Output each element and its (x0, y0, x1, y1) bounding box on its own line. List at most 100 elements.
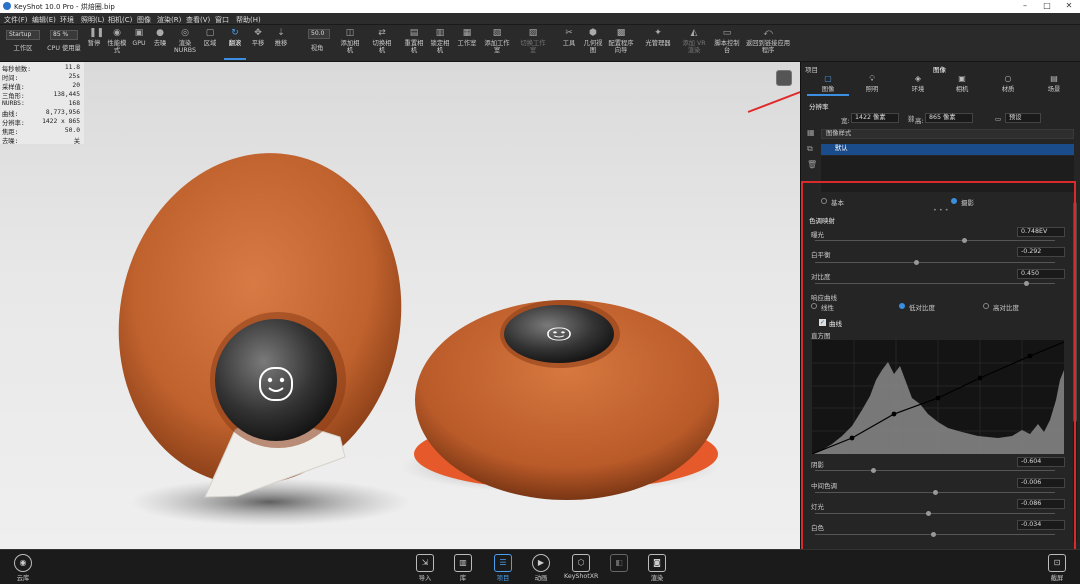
region-button[interactable]: ▢ 区域 (200, 27, 220, 60)
add-camera-button[interactable]: ◫ 添加相机 (338, 27, 362, 60)
curve-checkbox[interactable]: ✓ (819, 319, 826, 326)
midtones-slider[interactable] (815, 490, 1055, 495)
exposure-knob[interactable] (961, 238, 967, 243)
animation-button[interactable]: ▶ 动画 (526, 554, 556, 582)
height-field[interactable]: 865 像素 (925, 113, 973, 123)
midtones-field[interactable]: -0.006 (1017, 478, 1065, 488)
contrast-slider[interactable] (815, 281, 1055, 286)
keyshotxr-button[interactable]: ⬡ KeyShotXR (564, 554, 598, 580)
studio-button[interactable]: ▦ 工作室 (456, 27, 478, 60)
vr-button[interactable]: ◧ (604, 554, 634, 573)
render-nurbs-button[interactable]: ◎ 渲染 NURBS (172, 27, 198, 60)
vr-icon: ◭ (690, 28, 698, 38)
switch-studio-button[interactable]: ▨ 切换工作室 (518, 27, 548, 60)
menu-view[interactable]: 查看(V) (186, 15, 210, 25)
project-panel: 项目 图像 ▢ 图像 💡︎ 照明 ◈ 环境 ▣ 相机 ○ 材质 ▤ 场景 分辨率 宽: 14… (800, 62, 1080, 549)
shadows-slider[interactable] (815, 468, 1055, 473)
contrast-knob[interactable] (1024, 281, 1030, 286)
tab-image[interactable]: ▢ 图像 (807, 74, 849, 96)
response-high-contrast-radio[interactable] (983, 303, 989, 309)
dolly-button[interactable]: ⇣ 推移 (270, 27, 292, 60)
new-style-icon[interactable]: ▦ (807, 128, 817, 138)
focal-field[interactable]: 50.0 (308, 29, 330, 39)
cloud-library-button[interactable]: ◉ 云库 (8, 554, 38, 582)
delete-style-icon[interactable]: 🗑︎ (807, 160, 817, 170)
menu-window[interactable]: 窗口 (215, 15, 229, 25)
lock-camera-button[interactable]: ▥ 锁定相机 (428, 27, 452, 60)
pause-button[interactable]: ❚❚ 暂停 (84, 27, 104, 60)
highlights-knob[interactable] (925, 511, 931, 516)
close-icon[interactable]: ✕ (1062, 1, 1076, 12)
minimize-icon[interactable]: – (1018, 1, 1032, 12)
switch-camera-button[interactable]: ⇄ 切换相机 (370, 27, 394, 60)
maximize-icon[interactable]: □ (1040, 1, 1054, 12)
render-button[interactable]: ◙ 渲染 (642, 554, 672, 582)
menu-edit[interactable]: 编辑(E) (32, 15, 56, 25)
histogram-curve-chart[interactable] (812, 340, 1064, 454)
workspace-select[interactable]: Startup (6, 30, 40, 40)
exposure-slider[interactable] (815, 238, 1055, 243)
import-button[interactable]: ⇲ 导入 (410, 554, 440, 582)
whites-slider[interactable] (815, 532, 1055, 537)
highlights-field[interactable]: -0.086 (1017, 499, 1065, 509)
menu-file[interactable]: 文件(F) (4, 15, 28, 25)
tab-camera[interactable]: ▣ 相机 (941, 74, 983, 96)
tools-button[interactable]: ✂ 工具 (558, 27, 580, 60)
library-icon: ▥ (454, 554, 472, 572)
script-console-button[interactable]: ▭ 脚本控制台 (714, 27, 740, 60)
style-item-default[interactable]: 默认 (821, 144, 1074, 155)
menu-image[interactable]: 图像 (137, 15, 151, 25)
menu-help[interactable]: 帮助(H) (236, 15, 261, 25)
menu-camera[interactable]: 相机(C) (108, 15, 132, 25)
render-viewport[interactable] (0, 62, 800, 549)
white-balance-knob[interactable] (913, 260, 919, 265)
library-button[interactable]: ▥ 库 (448, 554, 478, 582)
mode-basic-radio[interactable] (821, 198, 827, 204)
tab-scene[interactable]: ▤ 场景 (1033, 74, 1075, 96)
preset-icon[interactable]: ▭ (995, 115, 1001, 123)
panel-scrollbar[interactable] (1073, 202, 1077, 542)
tab-environment[interactable]: ◈ 环境 (897, 74, 939, 96)
screenshot-button[interactable]: ⊡ 截屏 (1042, 554, 1072, 582)
scrollbar-thumb[interactable] (1073, 202, 1077, 422)
tab-lighting[interactable]: 💡︎ 照明 (851, 74, 893, 96)
scene-icon: ▤ (1050, 74, 1058, 83)
geometry-view-button[interactable]: ⬢ 几何视图 (582, 27, 604, 60)
highlights-slider[interactable] (815, 511, 1055, 516)
pan-button[interactable]: ✥ 平移 (248, 27, 268, 60)
whites-field[interactable]: -0.034 (1017, 520, 1065, 530)
menu-lighting[interactable]: 照明(L) (81, 15, 104, 25)
drag-handle-icon[interactable]: • • • (933, 206, 949, 214)
contrast-field[interactable]: 0.450 (1017, 269, 1065, 279)
gpu-button[interactable]: ▣ GPU (130, 27, 148, 60)
shadows-field[interactable]: -0.604 (1017, 457, 1065, 467)
denoise-button[interactable]: ● 去噪 (150, 27, 170, 60)
exposure-field[interactable]: 0.748EV (1017, 227, 1065, 237)
width-field[interactable]: 1422 像素 (851, 113, 899, 123)
stat-row: 采样值: 20 (2, 82, 80, 91)
whites-knob[interactable] (930, 532, 936, 537)
shadows-knob[interactable] (870, 468, 876, 473)
return-linked-app-button[interactable]: ⤺ 返回到链接应用程序 (744, 27, 792, 60)
tab-material[interactable]: ○ 材质 (987, 74, 1029, 96)
menu-environment[interactable]: 环境 (60, 15, 74, 25)
white-balance-slider[interactable] (815, 260, 1055, 265)
mode-photo-radio[interactable] (951, 198, 957, 204)
copy-style-icon[interactable]: ⧉ (807, 144, 817, 154)
white-balance-field[interactable]: -0.292 (1017, 247, 1065, 257)
configurator-wizard-button[interactable]: ▩ 配置程序向导 (606, 27, 636, 60)
response-low-contrast-radio[interactable] (899, 303, 905, 309)
project-button[interactable]: ☰ 项目 (488, 554, 518, 582)
preset-select[interactable]: 预设 (1005, 113, 1041, 123)
tumble-button[interactable]: ↻ 翻滚 (224, 27, 246, 60)
add-studio-button[interactable]: ▧ 添加工作室 (484, 27, 510, 60)
performance-mode-button[interactable]: ◉ 性能模式 (106, 27, 128, 60)
menu-render[interactable]: 渲染(R) (157, 15, 181, 25)
tone-mapping-header[interactable]: 色调映射 (809, 215, 835, 225)
light-manager-button[interactable]: ✦ 光管理器 (640, 27, 676, 60)
zoom-select[interactable]: 85 % (50, 30, 78, 40)
midtones-knob[interactable] (933, 490, 938, 495)
reset-camera-button[interactable]: ▤ 重置相机 (402, 27, 426, 60)
add-vr-button[interactable]: ◭ 添加 VR 渲染 (680, 27, 708, 60)
response-linear-radio[interactable] (811, 303, 817, 309)
